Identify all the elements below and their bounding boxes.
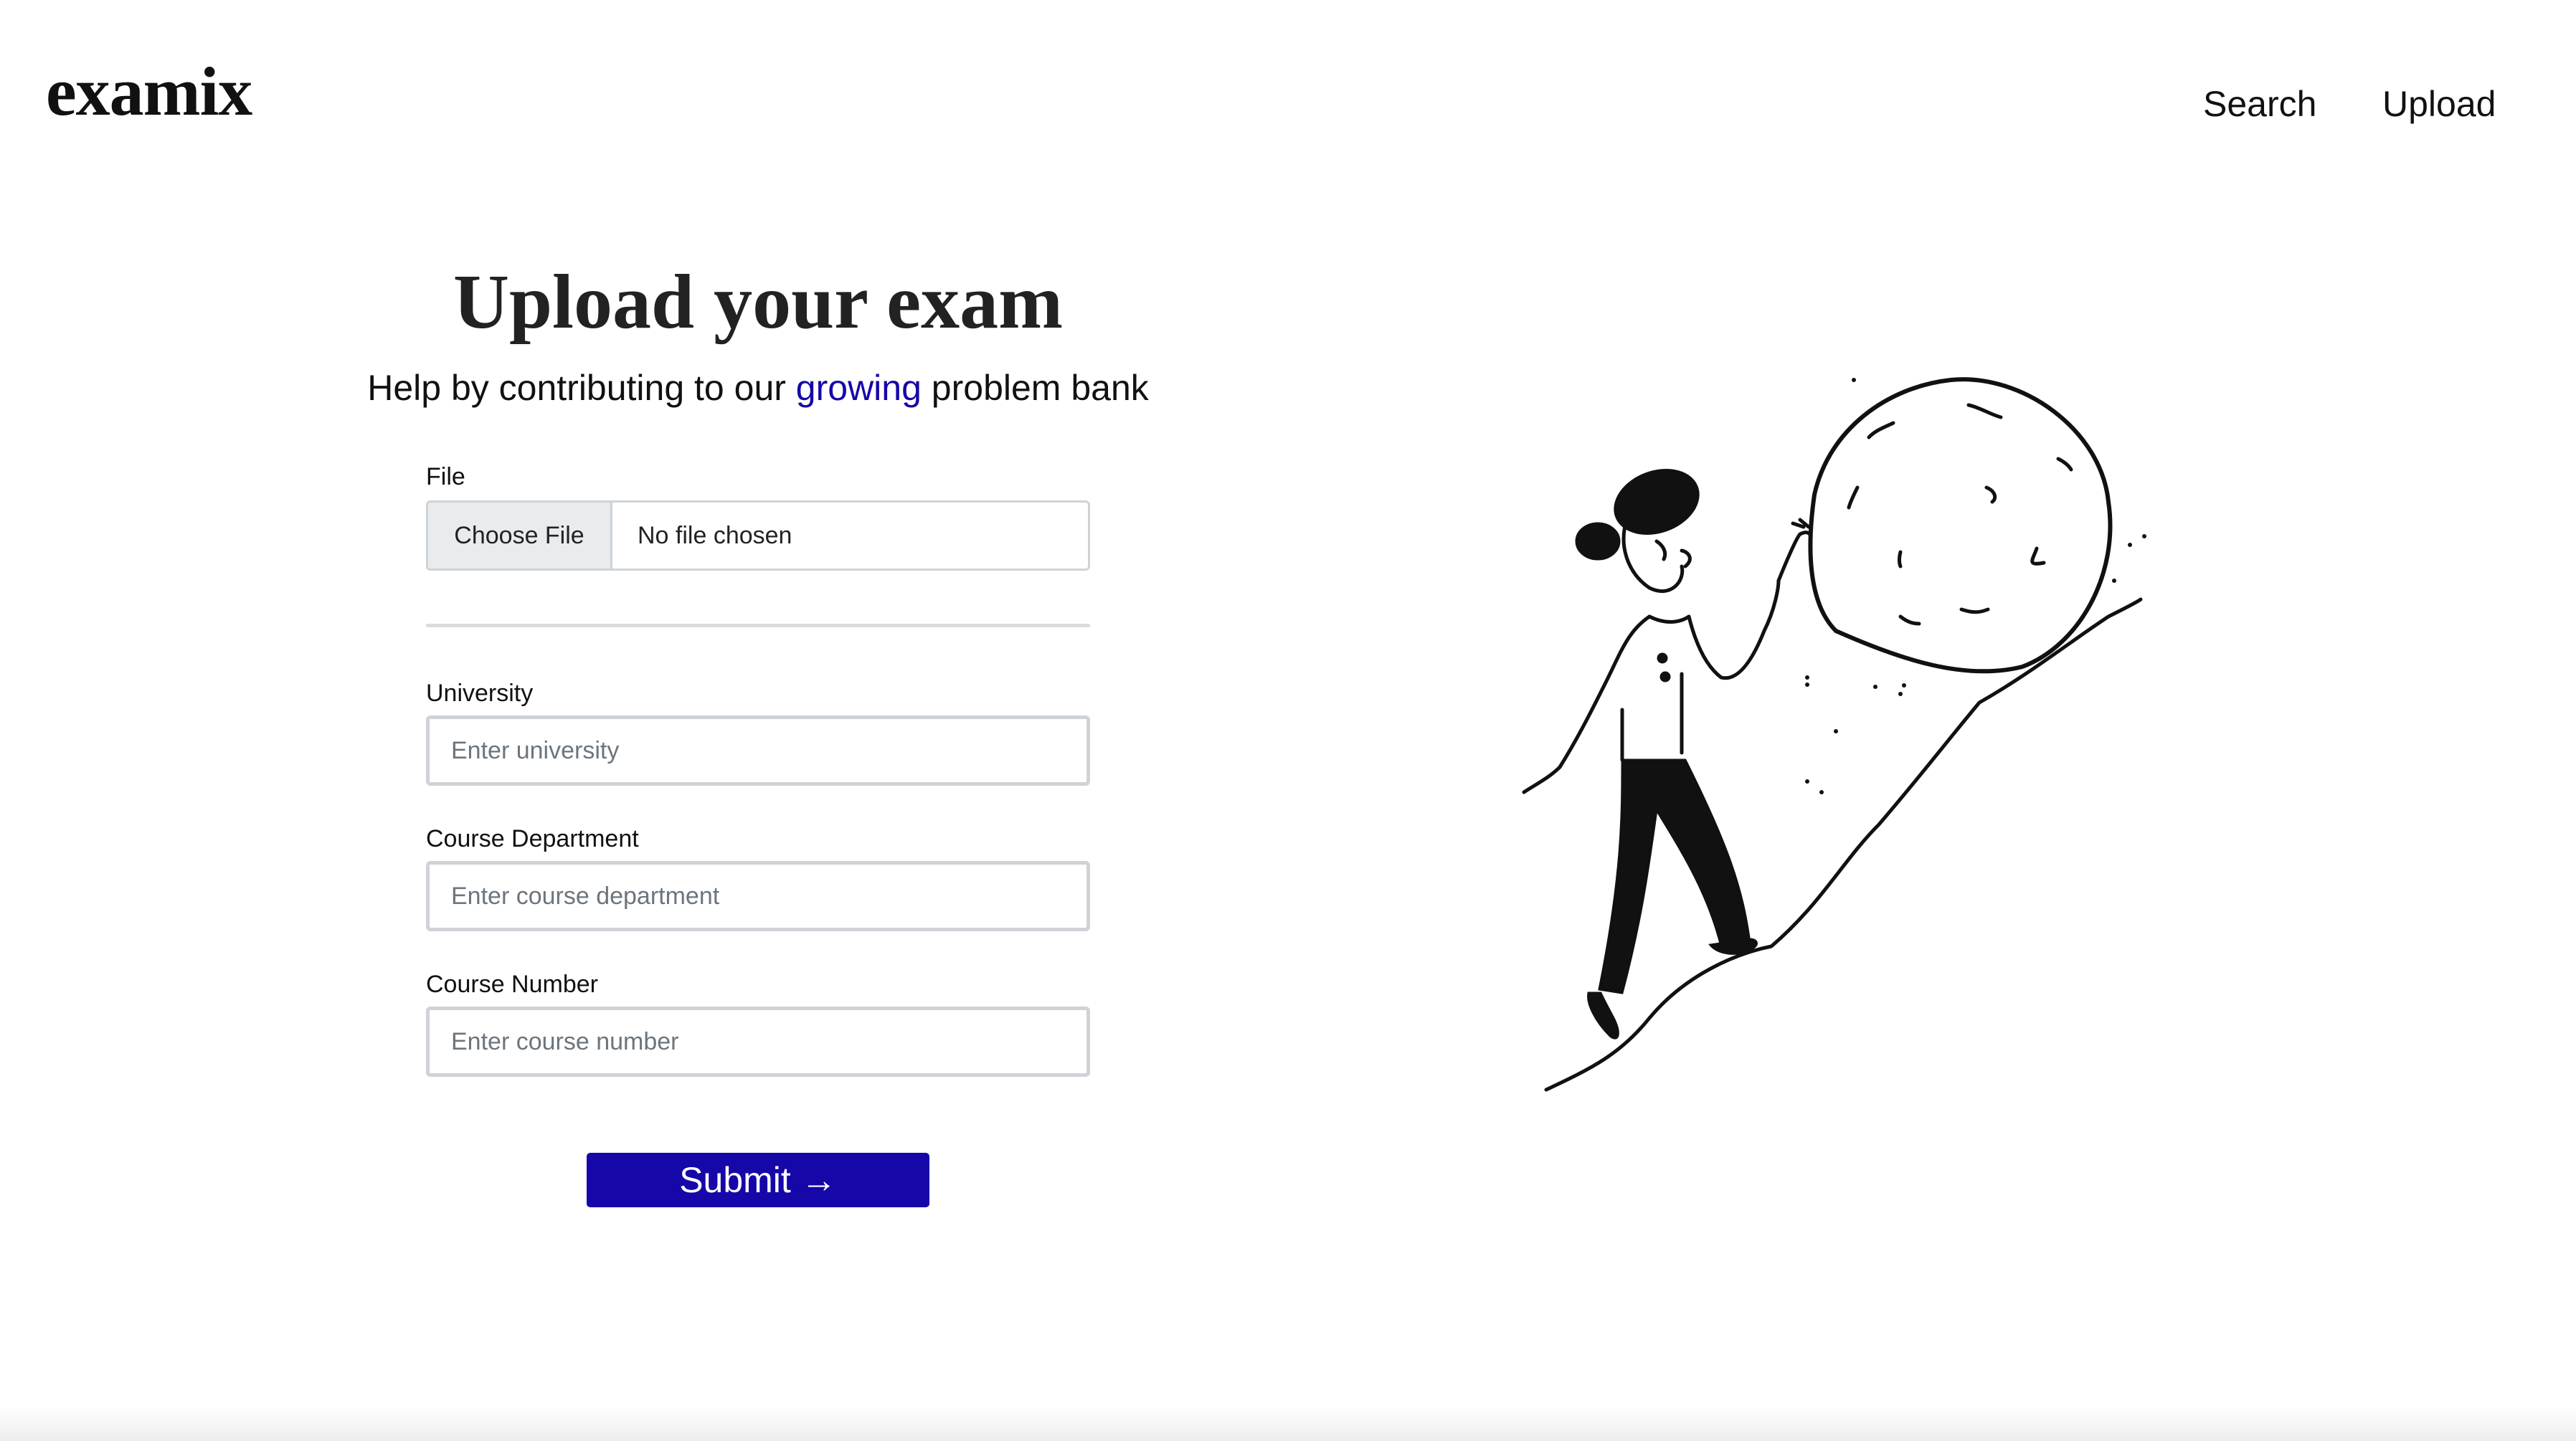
course-department-label: Course Department bbox=[426, 825, 639, 852]
course-department-input[interactable] bbox=[426, 861, 1090, 931]
file-input[interactable]: Choose File No file chosen bbox=[426, 500, 1090, 571]
nav-search-link[interactable]: Search bbox=[2203, 86, 2316, 122]
file-status-text: No file chosen bbox=[638, 522, 792, 549]
course-number-input[interactable] bbox=[426, 1007, 1090, 1077]
person-pushing-boulder-illustration bbox=[1522, 377, 2146, 1092]
submit-label: Submit bbox=[679, 1160, 791, 1200]
subtitle-text-before: Help by contributing to our bbox=[367, 368, 796, 408]
nav-upload-link[interactable]: Upload bbox=[2382, 86, 2496, 122]
divider bbox=[426, 624, 1090, 627]
subtitle-text-after: problem bank bbox=[921, 368, 1149, 408]
university-label: University bbox=[426, 680, 534, 707]
submit-button[interactable]: Submit → bbox=[587, 1153, 929, 1207]
page-subtitle: Help by contributing to our growing prob… bbox=[301, 368, 1215, 408]
page-title: Upload your exam bbox=[453, 260, 1064, 345]
arrow-right-icon: → bbox=[800, 1160, 837, 1200]
university-input[interactable] bbox=[426, 715, 1090, 786]
course-number-label: Course Number bbox=[426, 971, 598, 998]
footer-shadow bbox=[0, 1405, 2576, 1441]
file-label: File bbox=[426, 463, 465, 490]
logo[interactable]: examix bbox=[46, 57, 252, 126]
choose-file-button[interactable]: Choose File bbox=[428, 503, 612, 569]
subtitle-highlight: growing bbox=[795, 368, 922, 408]
